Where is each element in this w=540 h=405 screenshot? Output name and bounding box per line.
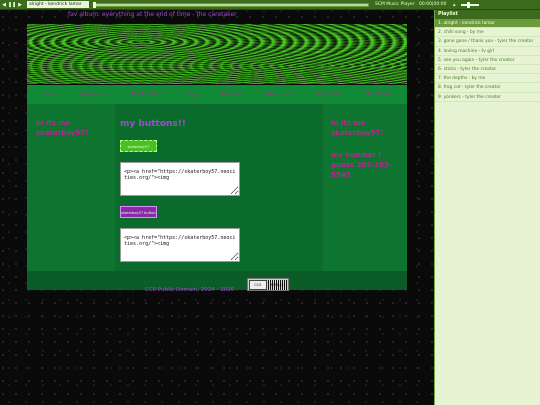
seek-handle[interactable] — [93, 1, 96, 8]
cc0-badge[interactable]: CC0 PUBLIC DOMAIN — [247, 278, 289, 297]
footer-copyright: CC0 Public Domain, 2024 - 2026 — [145, 287, 235, 293]
music-player-bar: ◀ ❚❚ ▶ alright - kendrick lamar SCM Musi… — [0, 0, 540, 10]
now-playing-title: alright - kendrick lamar — [27, 1, 89, 8]
public-domain-label: PUBLIC DOMAIN — [267, 279, 287, 297]
time-display: 00:00|00:00 — [419, 2, 447, 7]
left-sidebar-text: hi its me skaterboy57! — [36, 119, 89, 137]
playlist-item[interactable]: 5. see you again - tyler the creator — [435, 56, 540, 65]
next-icon[interactable]: ▶ — [16, 1, 24, 9]
embed-code-box-1[interactable]: <p><a href="https://skaterboy57.neocitie… — [120, 162, 240, 196]
site-button-purple[interactable]: skaterboy57 button — [120, 206, 157, 218]
seek-bar[interactable] — [93, 1, 369, 8]
nav-link-reviews[interactable]: Reviews — [222, 92, 243, 98]
right-sidebar: hi its me skaterboy57! my number I guess… — [323, 104, 407, 271]
right-sidebar-greeting: hi its me skaterboy57! — [331, 119, 384, 137]
nav-link-home[interactable]: Home — [42, 92, 57, 98]
pause-icon[interactable]: ❚❚ — [8, 1, 16, 9]
nav-link-friends[interactable]: Mt Friends — [365, 92, 392, 98]
playlist-item[interactable]: 2. chilli song - by me — [435, 28, 540, 38]
playlist-item[interactable]: 3. gone gone / thank you - tyler the cre… — [435, 37, 540, 47]
playlist-item[interactable]: 8. frog cat - tyler the creator — [435, 83, 540, 93]
nav-link-albums[interactable]: My Albums — [80, 92, 109, 98]
playlist-item[interactable]: 6. sticks - tyler the creator — [435, 65, 540, 75]
playlist-item[interactable]: 4. loving machine - tv girl — [435, 47, 540, 56]
cc0-icon: CC0 — [249, 279, 267, 290]
prev-icon[interactable]: ◀ — [0, 1, 8, 9]
player-name: SCM Music Player — [375, 2, 415, 7]
buttons-heading: my buttons!! — [120, 119, 186, 129]
nav-link-art[interactable]: My Art Stuff — [132, 92, 163, 98]
volume-icon[interactable]: ▴ — [453, 2, 459, 8]
nav-link-blogs[interactable]: Blogs — [185, 92, 199, 98]
playlist-item[interactable]: 7. the depths - by me — [435, 74, 540, 84]
playlist-item[interactable]: 1. alright - kendrick lamar — [435, 19, 540, 29]
right-sidebar-number: my number I guess 208-293-5545 — [331, 151, 392, 179]
left-sidebar: hi its me skaterboy57! — [27, 104, 115, 271]
playlist-item[interactable]: 9. yonkers - tyler the creator — [435, 93, 540, 102]
nav-link-guestbook[interactable]: Guestbook — [266, 92, 294, 98]
volume-handle[interactable] — [466, 1, 470, 8]
playlist-panel: Playlist 1. alright - kendrick lamar 2. … — [434, 10, 540, 405]
volume-slider[interactable] — [461, 1, 479, 8]
nav-link-shrine[interactable]: My Shrine — [316, 92, 342, 98]
nav-bar: Home My Albums My Art Stuff Blogs Review… — [27, 85, 407, 104]
header-banner — [27, 24, 407, 84]
marquee-text: fav album: everything at the end of time… — [68, 11, 237, 18]
site-button-green[interactable]: skaterboy57 — [120, 140, 157, 152]
embed-code-box-2[interactable]: <p><a href="https://skaterboy57.neocitie… — [120, 228, 240, 262]
playlist-title: Playlist — [435, 10, 540, 19]
